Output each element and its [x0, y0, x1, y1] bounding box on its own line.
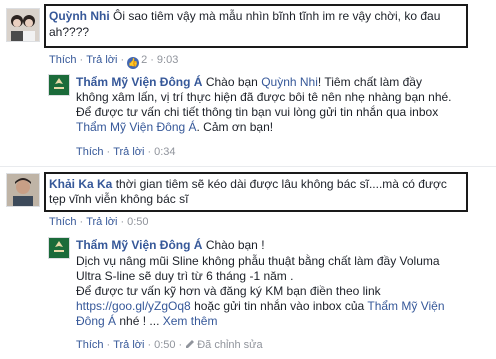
divider — [0, 166, 496, 167]
like-link[interactable]: Thích — [76, 146, 104, 158]
like-link[interactable]: Thích — [49, 54, 77, 66]
reply-link[interactable]: Trả lời — [113, 339, 144, 351]
mention-link[interactable]: Thẩm Mỹ Viện — [367, 299, 444, 313]
edit-icon — [186, 340, 195, 348]
comment-text: thời gian tiêm sẽ kéo dài được lâu không… — [115, 177, 447, 191]
edited-label[interactable]: Đã chỉnh sửa — [197, 339, 262, 351]
reply-link[interactable]: Trả lời — [113, 146, 144, 158]
comment-1-line-2: ah???? — [49, 25, 90, 39]
reply-1-line-4: Thẩm Mỹ Viện Đông Á. Cảm ơn bạn! — [76, 120, 274, 134]
avatar-khai-ka-ka[interactable] — [6, 173, 40, 207]
reply-1-actions: Thích · Trả lời · 0:34 — [76, 146, 176, 158]
comment-time[interactable]: 0:50 — [127, 216, 148, 228]
comment-time[interactable]: 0:34 — [154, 146, 175, 158]
logo-icon — [49, 238, 69, 258]
avatar-tham-my-vien-dong-a[interactable] — [48, 74, 70, 96]
reply-1-line-3: Để được tư vấn chi tiết thông tin bạn vu… — [76, 105, 439, 119]
comment-author[interactable]: Quỳnh Nhi — [49, 9, 110, 23]
comment-author[interactable]: Khải Ka Ka — [49, 177, 112, 191]
mention-link[interactable]: Quỳnh Nhi — [261, 75, 318, 89]
likes-count[interactable]: 2 — [141, 54, 147, 66]
reply-2-line-4: Để được tư vấn kỹ hơn và đăng ký KM bạn … — [76, 284, 381, 298]
like-link[interactable]: Thích — [76, 339, 104, 351]
reply-2-line-6: Đông Á nhé ! ... Xem thêm — [76, 314, 218, 328]
reply-author[interactable]: Thẩm Mỹ Viện Đông Á — [76, 75, 202, 89]
reply-2-line-5: https://goo.gl/yZgOq8 hoặc gửi tin nhắn … — [76, 299, 445, 313]
reply-1-line-1: Thẩm Mỹ Viện Đông Á Chào bạn Quỳnh Nhi! … — [76, 75, 422, 89]
comment-2-line-1: Khải Ka Ka thời gian tiêm sẽ kéo dài đượ… — [49, 177, 447, 191]
reply-2-line-3: Ultra S-line sẽ duy trì từ 6 tháng -1 nă… — [76, 269, 294, 283]
comment-text: Ôi sao tiêm vậy mà mẫu nhìn bĩnh tĩnh im… — [113, 9, 441, 23]
comment-1-line-1: Quỳnh Nhi Ôi sao tiêm vậy mà mẫu nhìn bĩ… — [49, 9, 440, 23]
comment-time[interactable]: 9:03 — [157, 54, 178, 66]
logo-icon — [49, 75, 69, 95]
url-link[interactable]: https://goo.gl/yZgOq8 — [76, 299, 191, 313]
mention-link[interactable]: Thẩm Mỹ Viện Đông Á — [76, 120, 197, 134]
avatar-photo — [7, 174, 39, 206]
reply-link[interactable]: Trả lời — [86, 216, 117, 228]
like-badge-icon[interactable]: 👍 — [127, 57, 140, 69]
reply-author[interactable]: Thẩm Mỹ Viện Đông Á — [76, 238, 202, 252]
mention-link[interactable]: Đông Á — [76, 314, 116, 328]
comment-1-actions: Thích · Trả lời · 👍 2 · 9:03 — [49, 54, 179, 69]
reply-link[interactable]: Trả lời — [86, 54, 117, 66]
like-link[interactable]: Thích — [49, 216, 77, 228]
reply-2-actions: Thích · Trả lời · 0:50 · Đã chỉnh sửa — [76, 339, 263, 351]
see-more-link[interactable]: Xem thêm — [163, 314, 218, 328]
comment-2-line-2: tẹp vĩnh viễn không bác sĩ — [49, 192, 189, 206]
reply-2-line-1: Thẩm Mỹ Viện Đông Á Chào bạn ! — [76, 238, 265, 252]
avatar-photo — [7, 9, 39, 41]
avatar-tham-my-vien-dong-a[interactable] — [48, 237, 70, 259]
comment-time[interactable]: 0:50 — [154, 339, 175, 351]
comment-2-actions: Thích · Trả lời · 0:50 — [49, 216, 149, 228]
avatar-quynh-nhi[interactable] — [6, 8, 40, 42]
reply-2-line-2: Dịch vụ nâng mũi Sline không phẫu thuật … — [76, 254, 440, 268]
reply-1-line-2: không xâm lấn, vị trí thực hiện đã được … — [76, 90, 452, 104]
